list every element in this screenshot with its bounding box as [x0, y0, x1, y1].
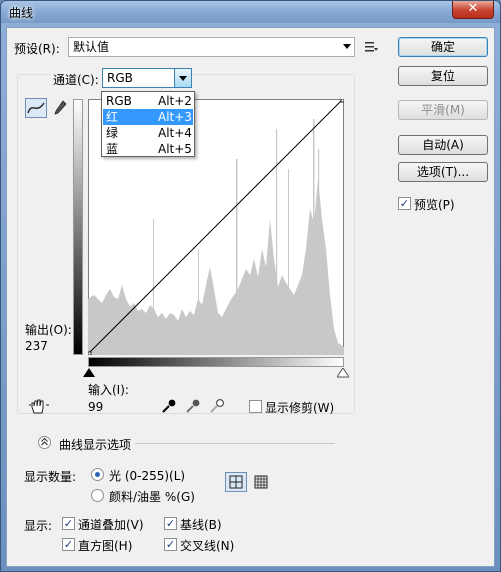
light-radio-label: 光 (0-255)(L): [109, 469, 186, 483]
curves-dialog: 曲线 ✕ 预设(R): 默认值 确定 复位 平滑(M) 自动(A) 选项(T).…: [0, 0, 501, 572]
channel-dropdown-list: RGB Alt+2 红 Alt+3 绿 Alt+4 蓝 Alt+5: [101, 91, 195, 157]
baseline-label: 基线(B): [180, 518, 222, 532]
option-shortcut: Alt+3: [158, 110, 192, 124]
channel-option-rgb[interactable]: RGB Alt+2: [103, 93, 193, 109]
channel-value: RGB: [107, 71, 133, 85]
grid-4x4-button[interactable]: [225, 472, 247, 492]
channel-dropdown-button[interactable]: [174, 69, 191, 87]
curve-options-label: 曲线显示选项: [59, 438, 132, 452]
preset-label: 预设(R):: [14, 42, 60, 56]
preview-checkbox[interactable]: ✓: [398, 197, 411, 210]
show-clipping-label: 显示修剪(W): [265, 401, 335, 415]
black-point-slider[interactable]: [83, 368, 95, 378]
channel-option-red[interactable]: 红 Alt+3: [103, 109, 193, 125]
section-divider: [135, 443, 335, 444]
title-bar[interactable]: 曲线 ✕: [1, 1, 500, 23]
curve-tool-button[interactable]: [25, 98, 47, 118]
options-button[interactable]: 选项(T)...: [398, 162, 488, 182]
show-clipping-checkbox[interactable]: [249, 400, 262, 413]
option-name: 绿: [106, 126, 119, 140]
chevron-down-icon: [343, 44, 351, 49]
option-shortcut: Alt+2: [158, 94, 192, 108]
dialog-client: 预设(R): 默认值 确定 复位 平滑(M) 自动(A) 选项(T)... ✓ …: [6, 27, 495, 567]
input-gradient-bar: [88, 357, 344, 367]
light-radio[interactable]: [91, 468, 104, 481]
white-eyedropper-icon[interactable]: [209, 398, 225, 414]
white-point-slider[interactable]: [337, 368, 349, 378]
close-button[interactable]: ✕: [452, 1, 494, 19]
curve-point-top[interactable]: [340, 99, 344, 103]
option-name: 蓝: [106, 142, 119, 156]
reset-button[interactable]: 复位: [398, 66, 488, 86]
chevron-down-icon: [179, 76, 187, 81]
preset-value: 默认值: [73, 40, 110, 54]
pigment-radio[interactable]: [91, 489, 104, 502]
histogram-checkbox[interactable]: ✓: [62, 538, 75, 551]
option-name: 红: [106, 110, 119, 124]
curve-tool-icon: [27, 102, 45, 114]
option-shortcut: Alt+4: [158, 126, 192, 140]
histogram-label: 直方图(H): [78, 539, 133, 553]
preset-select[interactable]: 默认值: [68, 37, 355, 57]
channel-overlay-label: 通道叠加(V): [78, 518, 144, 532]
output-label: 输出(O):: [25, 323, 72, 337]
collapse-chevron-icon[interactable]: [38, 436, 51, 449]
channel-option-green[interactable]: 绿 Alt+4: [103, 125, 193, 141]
show-label: 显示:: [24, 519, 53, 533]
option-shortcut: Alt+5: [158, 142, 192, 156]
ok-button[interactable]: 确定: [398, 37, 488, 57]
option-name: RGB: [106, 94, 132, 108]
black-eyedropper-icon[interactable]: [161, 398, 177, 414]
window-title: 曲线: [9, 6, 34, 20]
input-label: 输入(I):: [88, 383, 129, 397]
intersection-label: 交叉线(N): [180, 539, 235, 553]
channel-select[interactable]: RGB: [102, 68, 192, 88]
show-amount-label: 显示数量:: [24, 470, 77, 484]
channel-option-blue[interactable]: 蓝 Alt+5: [103, 141, 193, 157]
channel-label: 通道(C):: [51, 71, 101, 88]
channel-overlay-checkbox[interactable]: ✓: [62, 517, 75, 530]
intersection-checkbox[interactable]: ✓: [164, 538, 177, 551]
preset-menu-icon[interactable]: [364, 40, 378, 54]
preview-label: 预览(P): [414, 198, 455, 212]
gray-eyedropper-icon[interactable]: [185, 398, 201, 414]
auto-button[interactable]: 自动(A): [398, 135, 488, 155]
pigment-radio-label: 颜料/油墨 %(G): [109, 490, 195, 504]
hand-adjust-icon[interactable]: [28, 397, 50, 415]
baseline-checkbox[interactable]: ✓: [164, 517, 177, 530]
grid-10x10-icon[interactable]: [253, 474, 269, 490]
output-value[interactable]: 237: [25, 339, 48, 353]
input-value[interactable]: 99: [88, 400, 103, 414]
curve-point-bottom[interactable]: [88, 351, 92, 355]
grid-4x4-icon: [229, 475, 243, 489]
output-gradient-bar: [73, 99, 83, 355]
smooth-button[interactable]: 平滑(M): [398, 100, 488, 120]
pencil-icon[interactable]: [52, 99, 68, 117]
